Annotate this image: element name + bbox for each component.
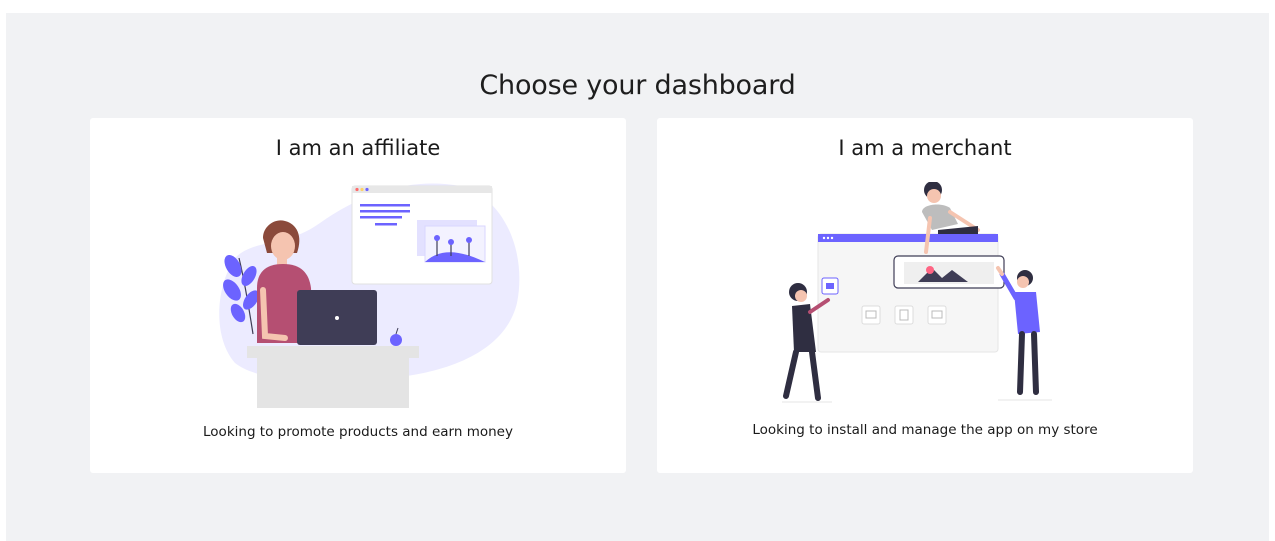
merchant-card-title: I am a merchant: [838, 136, 1012, 160]
browser-window-graphic: [351, 185, 493, 285]
laptop-graphic: [297, 290, 377, 345]
merchant-card-description: Looking to install and manage the app on…: [752, 422, 1098, 438]
merchant-card[interactable]: I am a merchant Looking to install and m…: [657, 118, 1193, 473]
merchant-illustration: [782, 182, 1052, 403]
app-window-graphic: [817, 233, 1005, 353]
page-title: Choose your dashboard: [479, 70, 796, 101]
merchant-person-right-graphic: [996, 266, 1052, 401]
desk-graphic: [247, 346, 419, 408]
affiliate-card[interactable]: I am an affiliate Looking to promote pro…: [90, 118, 626, 473]
affiliate-illustration: [219, 183, 520, 408]
affiliate-card-title: I am an affiliate: [275, 136, 441, 160]
affiliate-card-description: Looking to promote products and earn mon…: [203, 424, 513, 440]
